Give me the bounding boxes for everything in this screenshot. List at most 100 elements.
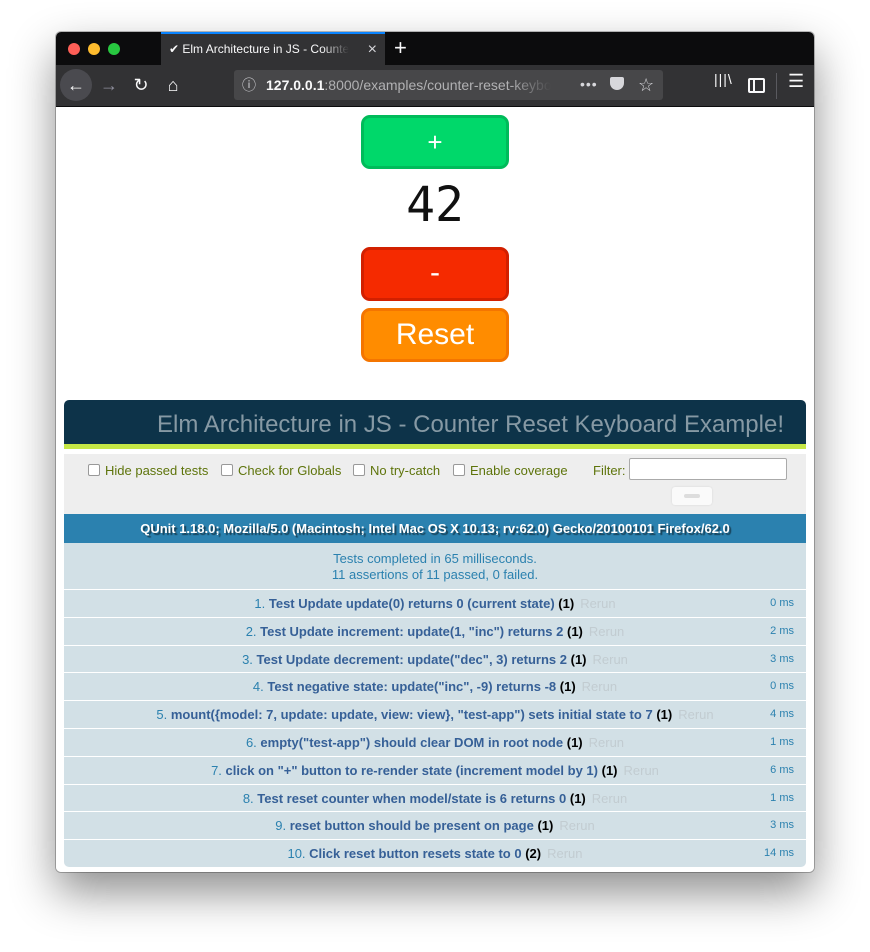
rerun-link[interactable]: Rerun bbox=[592, 791, 627, 806]
qunit-toolbar: Hide passed tests Check for Globals No t… bbox=[64, 454, 806, 514]
test-row[interactable]: 9. reset button should be present on pag… bbox=[64, 811, 806, 840]
home-button[interactable]: ⌂ bbox=[158, 70, 188, 100]
test-runtime: 2 ms bbox=[770, 624, 794, 637]
back-button[interactable]: ← bbox=[60, 69, 92, 101]
close-tab-icon[interactable]: × bbox=[368, 34, 377, 65]
reload-button[interactable]: ↻ bbox=[126, 70, 156, 100]
test-counts: (2) bbox=[525, 846, 542, 862]
filter-go-button[interactable] bbox=[672, 487, 712, 505]
test-name[interactable]: click on "+" button to re-render state (… bbox=[226, 763, 598, 778]
forward-button[interactable]: → bbox=[94, 70, 124, 100]
test-runtime: 3 ms bbox=[770, 652, 794, 665]
test-row[interactable]: 6. empty("test-app") should clear DOM in… bbox=[64, 728, 806, 756]
test-row[interactable]: 7. click on "+" button to re-render stat… bbox=[64, 755, 806, 784]
filter-input[interactable] bbox=[629, 458, 787, 480]
qunit-user-agent: QUnit 1.18.0; Mozilla/5.0 (Macintosh; In… bbox=[64, 514, 806, 543]
test-counts: (1) bbox=[537, 818, 554, 834]
rerun-link[interactable]: Rerun bbox=[589, 735, 624, 750]
navigation-toolbar: ← → ↻ ⌂ ⓘ 127.0.0.1:8000/examples/counte… bbox=[56, 65, 814, 107]
no-try-catch-option[interactable]: No try-catch bbox=[353, 463, 440, 479]
bookmark-star-icon[interactable]: ☆ bbox=[638, 70, 654, 100]
test-runtime: 3 ms bbox=[770, 819, 794, 832]
close-window-button[interactable] bbox=[68, 43, 80, 55]
rerun-link[interactable]: Rerun bbox=[547, 846, 582, 861]
check-globals-checkbox[interactable] bbox=[221, 464, 233, 476]
test-number: 9. bbox=[275, 818, 287, 834]
qunit-header[interactable]: Elm Architecture in JS - Counter Reset K… bbox=[64, 400, 806, 449]
test-name[interactable]: reset button should be present on page bbox=[290, 818, 534, 833]
result-assertions: 11 assertions of 11 passed, 0 failed. bbox=[331, 567, 539, 582]
test-counts: (1) bbox=[570, 651, 587, 667]
test-name[interactable]: Test negative state: update("inc", -9) r… bbox=[267, 679, 556, 694]
test-runtime: 1 ms bbox=[770, 736, 794, 748]
browser-window: ✔ Elm Architecture in JS - Counter Reset… bbox=[56, 32, 814, 872]
test-name[interactable]: mount({model: 7, update: update, view: v… bbox=[171, 707, 653, 722]
no-try-catch-checkbox[interactable] bbox=[353, 464, 365, 476]
url-path: :8000/examples/counter-reset-keyboard/ bbox=[324, 77, 551, 93]
test-runtime: 4 ms bbox=[770, 708, 794, 721]
enable-coverage-checkbox[interactable] bbox=[453, 464, 465, 476]
test-number: 3. bbox=[242, 651, 253, 667]
minimize-window-button[interactable] bbox=[88, 43, 100, 55]
hide-passed-checkbox[interactable] bbox=[88, 464, 100, 476]
test-row[interactable]: 3. Test Update decrement: update("dec", … bbox=[64, 644, 806, 673]
test-number: 7. bbox=[211, 762, 222, 778]
test-name[interactable]: Test Update increment: update(1, "inc") … bbox=[260, 624, 563, 639]
rerun-link[interactable]: Rerun bbox=[589, 624, 624, 639]
test-name[interactable]: empty("test-app") should clear DOM in ro… bbox=[260, 735, 563, 750]
test-number: 2. bbox=[245, 623, 257, 639]
test-name[interactable]: Test Update update(0) returns 0 (current… bbox=[269, 596, 555, 611]
test-row[interactable]: 4. Test negative state: update("inc", -9… bbox=[64, 672, 806, 701]
hide-passed-option[interactable]: Hide passed tests bbox=[88, 463, 208, 479]
enable-coverage-option[interactable]: Enable coverage bbox=[453, 463, 568, 479]
library-icon[interactable]: |||\ bbox=[714, 71, 733, 87]
enable-coverage-label: Enable coverage bbox=[470, 463, 568, 478]
test-counts: (1) bbox=[566, 623, 583, 639]
url-text[interactable]: 127.0.0.1:8000/examples/counter-reset-ke… bbox=[266, 70, 551, 100]
test-row[interactable]: 2. Test Update increment: update(1, "inc… bbox=[64, 616, 806, 645]
test-number: 8. bbox=[242, 790, 254, 806]
tab-title: ✔ Elm Architecture in JS - Counter Reset… bbox=[169, 42, 349, 56]
test-counts: (1) bbox=[558, 596, 575, 611]
test-runtime: 6 ms bbox=[770, 763, 794, 776]
qunit-test-result: Tests completed in 65 milliseconds. 11 a… bbox=[64, 543, 806, 589]
test-runtime: 0 ms bbox=[770, 597, 794, 609]
increment-button[interactable]: + bbox=[361, 115, 509, 169]
info-icon[interactable]: ⓘ bbox=[242, 70, 256, 100]
test-counts: (1) bbox=[559, 679, 576, 695]
filter-label: Filter: bbox=[593, 463, 626, 478]
url-host: 127.0.0.1 bbox=[266, 77, 325, 93]
reset-button[interactable]: Reset bbox=[361, 308, 509, 362]
tab-bar: ✔ Elm Architecture in JS - Counter Reset… bbox=[56, 32, 814, 65]
hide-passed-label: Hide passed tests bbox=[105, 463, 209, 478]
test-counts: (1) bbox=[601, 762, 618, 778]
check-globals-option[interactable]: Check for Globals bbox=[221, 463, 341, 479]
test-name[interactable]: Test reset counter when model/state is 6… bbox=[257, 791, 566, 806]
sidebar-toggle-icon[interactable] bbox=[748, 78, 765, 93]
rerun-link[interactable]: Rerun bbox=[559, 818, 594, 833]
page-actions-icon[interactable]: ••• bbox=[580, 69, 598, 99]
decrement-button[interactable]: - bbox=[361, 247, 509, 301]
page-content: + 42 - Reset Elm Architecture in JS - Co… bbox=[56, 107, 814, 872]
test-name[interactable]: Test Update decrement: update("dec", 3) … bbox=[257, 652, 567, 667]
url-bar[interactable]: ⓘ 127.0.0.1:8000/examples/counter-reset-… bbox=[234, 70, 663, 100]
rerun-link[interactable]: Rerun bbox=[624, 763, 659, 778]
test-counts: (1) bbox=[656, 707, 673, 723]
hamburger-menu-icon[interactable]: ☰ bbox=[788, 71, 804, 92]
test-row[interactable]: 8. Test reset counter when model/state i… bbox=[64, 783, 806, 812]
rerun-link[interactable]: Rerun bbox=[593, 652, 628, 667]
rerun-link[interactable]: Rerun bbox=[582, 679, 617, 694]
new-tab-button[interactable]: + bbox=[394, 35, 407, 61]
check-globals-label: Check for Globals bbox=[238, 463, 342, 478]
test-row[interactable]: 10. Click reset button resets state to 0… bbox=[64, 839, 806, 867]
test-name[interactable]: Click reset button resets state to 0 bbox=[309, 846, 521, 861]
rerun-link[interactable]: Rerun bbox=[580, 596, 615, 611]
test-row[interactable]: 5. mount({model: 7, update: update, view… bbox=[64, 700, 806, 729]
test-number: 10. bbox=[287, 846, 306, 862]
zoom-window-button[interactable] bbox=[108, 43, 120, 55]
test-row[interactable]: 1. Test Update update(0) returns 0 (curr… bbox=[64, 589, 806, 617]
no-try-catch-label: No try-catch bbox=[370, 463, 441, 478]
pocket-icon[interactable] bbox=[610, 77, 624, 90]
rerun-link[interactable]: Rerun bbox=[678, 707, 713, 722]
tab-active[interactable]: ✔ Elm Architecture in JS - Counter Reset… bbox=[161, 32, 385, 65]
